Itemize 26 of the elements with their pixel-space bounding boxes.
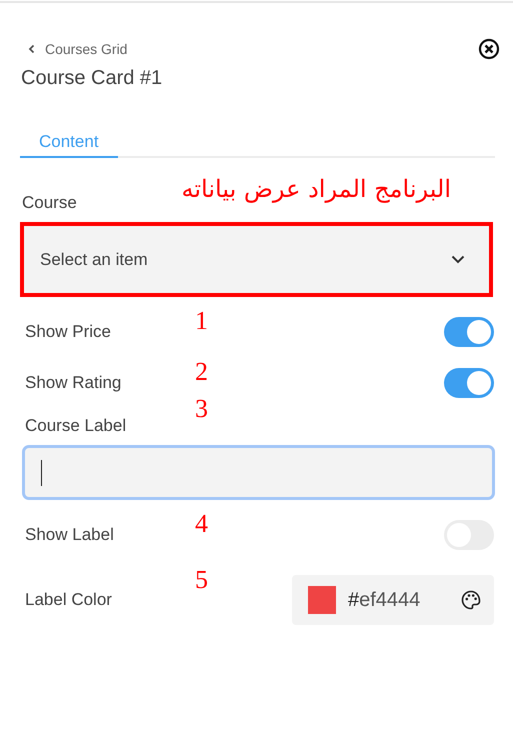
annotation-number: 5 <box>195 565 208 595</box>
color-field[interactable]: #ef4444 <box>292 575 494 625</box>
toggle-switch[interactable] <box>444 317 494 347</box>
hash-sign: # <box>348 588 360 612</box>
palette-icon[interactable] <box>460 589 482 611</box>
text-field[interactable] <box>22 445 495 500</box>
chevron-down-icon <box>451 255 465 264</box>
back-link[interactable]: Courses Grid <box>28 41 128 57</box>
chevron-left-icon <box>28 44 36 54</box>
annotation-text: البرنامج المراد عرض بياناته <box>182 175 451 203</box>
field-label: Show Price <box>25 322 111 342</box>
field-label: Label Color <box>25 590 112 610</box>
close-icon[interactable] <box>478 38 500 60</box>
toggle-switch[interactable] <box>444 368 494 398</box>
panel-title: Course Card #1 <box>21 67 164 90</box>
field-label: Show Label <box>25 525 114 545</box>
color-value: ef4444 <box>359 588 422 612</box>
annotation-number: 4 <box>195 509 208 539</box>
field-label: Show Rating <box>25 373 122 393</box>
field-label: Course Label <box>25 416 126 436</box>
dropdown[interactable]: Select an item <box>20 222 493 297</box>
annotation-number: 1 <box>195 306 208 336</box>
annotation-number: 2 <box>195 357 208 387</box>
annotation-number: 3 <box>195 394 208 424</box>
color-swatch[interactable] <box>308 586 336 614</box>
field-label: Course <box>22 193 77 213</box>
